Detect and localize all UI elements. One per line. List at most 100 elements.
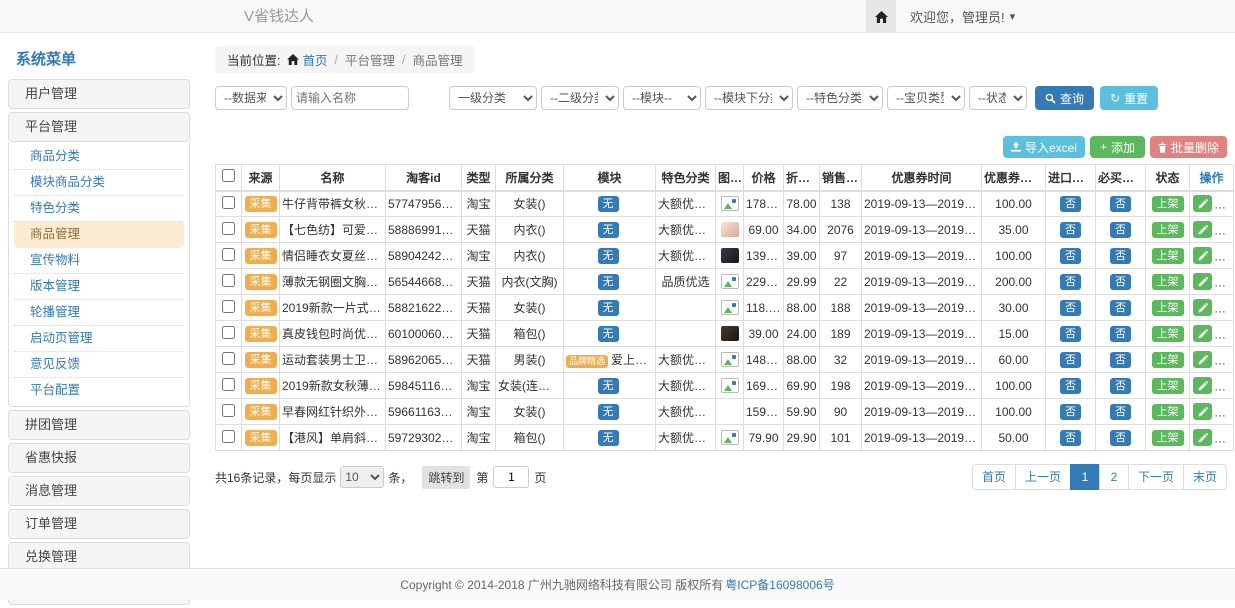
edit-button[interactable]: [1193, 273, 1212, 290]
row-checkbox[interactable]: [222, 248, 235, 261]
must-buy-toggle[interactable]: 否: [1110, 404, 1131, 420]
sidebar-item-feedback[interactable]: 意见反馈: [14, 352, 184, 378]
edit-button[interactable]: [1193, 221, 1212, 238]
must-buy-toggle[interactable]: 否: [1110, 248, 1131, 264]
search-button[interactable]: 查询: [1035, 86, 1094, 110]
status-toggle[interactable]: 上架: [1152, 326, 1184, 342]
sidebar-group-groupbuy[interactable]: 拼团管理: [8, 410, 190, 440]
row-checkbox[interactable]: [222, 274, 235, 287]
edit-button[interactable]: [1193, 247, 1212, 264]
icp-link[interactable]: 粤ICP备16098006号: [725, 576, 834, 593]
status-toggle[interactable]: 上架: [1152, 248, 1184, 264]
row-checkbox[interactable]: [222, 352, 235, 365]
row-checkbox[interactable]: [222, 378, 235, 391]
page-2-button[interactable]: 2: [1099, 464, 1129, 490]
edit-button[interactable]: [1193, 325, 1212, 342]
module-select[interactable]: --模块--: [623, 86, 701, 110]
page-1-button[interactable]: 1: [1070, 464, 1100, 490]
sidebar-item-platform-config[interactable]: 平台配置: [14, 378, 184, 404]
per-page-select[interactable]: 10: [340, 466, 384, 488]
sidebar-item-version-management[interactable]: 版本管理: [14, 274, 184, 300]
edit-button[interactable]: [1193, 377, 1212, 394]
trash-icon: [1158, 142, 1167, 153]
sidebar-group-express[interactable]: 省惠快报: [8, 443, 190, 473]
category1-select[interactable]: 一级分类: [449, 86, 537, 110]
sidebar-item-feature-category[interactable]: 特色分类: [14, 196, 184, 222]
status-toggle[interactable]: 上架: [1152, 196, 1184, 212]
status-toggle[interactable]: 上架: [1152, 352, 1184, 368]
import-select-toggle[interactable]: 否: [1060, 196, 1081, 212]
row-checkbox[interactable]: [222, 222, 235, 235]
row-checkbox[interactable]: [222, 430, 235, 443]
sidebar-item-product-management[interactable]: 商品管理: [14, 222, 184, 248]
page-number-input[interactable]: [493, 466, 529, 488]
import-select-toggle[interactable]: 否: [1060, 326, 1081, 342]
table-row: 采集 【港风】单肩斜跨链条... 597293020870 淘宝 箱包() 无 …: [216, 425, 1234, 451]
edit-button[interactable]: [1193, 403, 1212, 420]
import-select-toggle[interactable]: 否: [1060, 378, 1081, 394]
sidebar-item-promo-material[interactable]: 宣传物料: [14, 248, 184, 274]
item-type-select[interactable]: --宝贝类型--: [887, 86, 965, 110]
sidebar-item-carousel-management[interactable]: 轮播管理: [14, 300, 184, 326]
import-select-toggle[interactable]: 否: [1060, 248, 1081, 264]
import-select-toggle[interactable]: 否: [1060, 274, 1081, 290]
sidebar-group-platform[interactable]: 平台管理: [8, 112, 190, 142]
jump-button[interactable]: 跳转到: [422, 466, 470, 489]
edit-button[interactable]: [1193, 195, 1212, 212]
first-page-button[interactable]: 首页: [972, 464, 1016, 490]
must-buy-toggle[interactable]: 否: [1110, 222, 1131, 238]
status-toggle[interactable]: 上架: [1152, 300, 1184, 316]
batch-delete-button[interactable]: 批量删除: [1150, 136, 1227, 158]
sidebar-group-order[interactable]: 订单管理: [8, 509, 190, 539]
import-select-toggle[interactable]: 否: [1060, 352, 1081, 368]
import-select-toggle[interactable]: 否: [1060, 222, 1081, 238]
data-source-select[interactable]: --数据来源--: [215, 86, 287, 110]
coupon-time: 2019-09-13—2019-09-20: [862, 321, 982, 347]
last-page-button[interactable]: 末页: [1183, 464, 1227, 490]
sidebar-item-product-category[interactable]: 商品分类: [14, 144, 184, 170]
must-buy-toggle[interactable]: 否: [1110, 378, 1131, 394]
must-buy-toggle[interactable]: 否: [1110, 352, 1131, 368]
sidebar-group-message[interactable]: 消息管理: [8, 476, 190, 506]
row-checkbox[interactable]: [222, 300, 235, 313]
select-all-checkbox[interactable]: [222, 169, 235, 182]
must-buy-toggle[interactable]: 否: [1110, 430, 1131, 446]
status-toggle[interactable]: 上架: [1152, 222, 1184, 238]
status-toggle[interactable]: 上架: [1152, 274, 1184, 290]
edit-icon: [1198, 199, 1208, 209]
sidebar-item-module-product-category[interactable]: 模块商品分类: [14, 170, 184, 196]
import-select-toggle[interactable]: 否: [1060, 300, 1081, 316]
import-excel-button[interactable]: 导入excel: [1003, 136, 1085, 158]
must-buy-toggle[interactable]: 否: [1110, 274, 1131, 290]
edit-button[interactable]: [1193, 299, 1212, 316]
sidebar-item-splash-management[interactable]: 启动页管理: [14, 326, 184, 352]
prev-page-button[interactable]: 上一页: [1015, 464, 1071, 490]
reset-button[interactable]: ↻ 重置: [1100, 86, 1158, 110]
must-buy-toggle[interactable]: 否: [1110, 196, 1131, 212]
coupon-amount: 100.00: [982, 191, 1046, 217]
user-menu[interactable]: 欢迎您，管理员! ▾: [896, 0, 1029, 33]
status-toggle[interactable]: 上架: [1152, 404, 1184, 420]
row-checkbox[interactable]: [222, 196, 235, 209]
breadcrumb-home-link[interactable]: 首页: [287, 50, 327, 69]
must-buy-toggle[interactable]: 否: [1110, 326, 1131, 342]
name-search-input[interactable]: [291, 86, 409, 110]
add-button[interactable]: + 添加: [1090, 136, 1145, 158]
sidebar-group-users[interactable]: 用户管理: [8, 79, 190, 109]
status-select[interactable]: --状态--: [969, 86, 1027, 110]
module-sub-select[interactable]: --模块下分类--: [705, 86, 793, 110]
import-select-toggle[interactable]: 否: [1060, 430, 1081, 446]
edit-button[interactable]: [1193, 429, 1212, 446]
edit-button[interactable]: [1193, 351, 1212, 368]
row-checkbox[interactable]: [222, 326, 235, 339]
status-toggle[interactable]: 上架: [1152, 378, 1184, 394]
feature-category-select[interactable]: --特色分类--: [797, 86, 883, 110]
import-select-toggle[interactable]: 否: [1060, 404, 1081, 420]
row-checkbox[interactable]: [222, 404, 235, 417]
must-buy-toggle[interactable]: 否: [1110, 300, 1131, 316]
status-toggle[interactable]: 上架: [1152, 430, 1184, 446]
refresh-icon: ↻: [1110, 91, 1120, 105]
home-nav-button[interactable]: [866, 0, 896, 33]
category2-select[interactable]: --二级分类--: [541, 86, 619, 110]
next-page-button[interactable]: 下一页: [1128, 464, 1184, 490]
